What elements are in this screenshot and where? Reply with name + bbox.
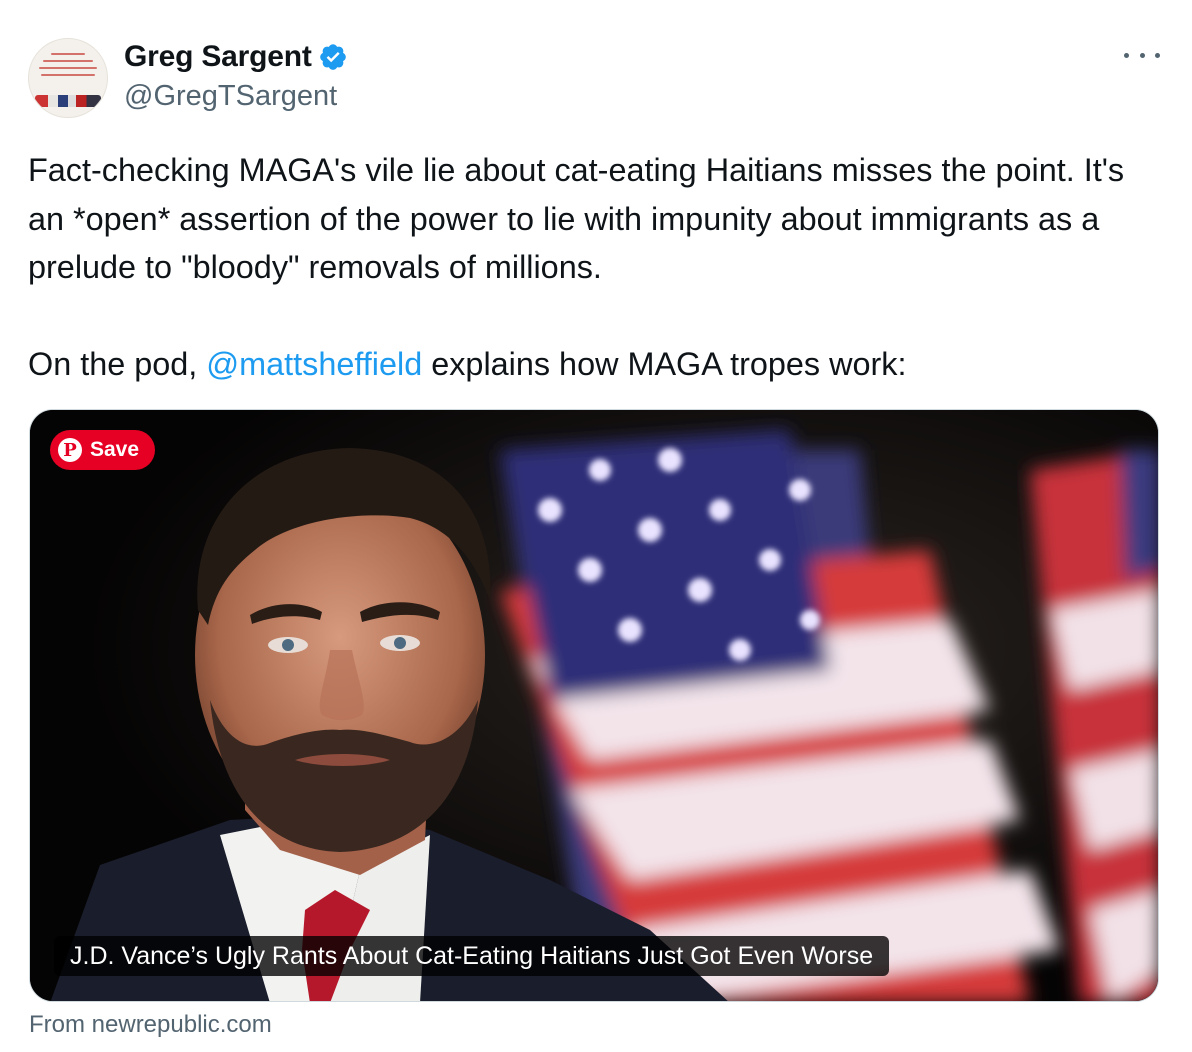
save-label: Save <box>90 438 140 461</box>
avatar-crowd-image <box>35 95 101 107</box>
paragraph-2-prefix: On the pod, <box>28 346 207 382</box>
tweet-paragraph-2: On the pod, @mattsheffield explains how … <box>28 340 1158 389</box>
pinterest-save-button[interactable]: P Save <box>50 430 156 470</box>
pinterest-icon: P <box>58 438 82 462</box>
tweet-text: Fact-checking MAGA's vile lie about cat-… <box>28 146 1158 389</box>
card-caption[interactable]: J.D. Vance’s Ugly Rants About Cat-Eating… <box>54 936 890 976</box>
author-handle[interactable]: @GregTSargent <box>124 80 337 113</box>
author-name[interactable]: Greg Sargent <box>124 40 312 74</box>
verified-badge-icon[interactable] <box>318 42 348 72</box>
avatar[interactable] <box>28 38 108 118</box>
more-icon[interactable] <box>1124 40 1160 70</box>
paragraph-2-suffix: explains how MAGA tropes work: <box>422 346 907 382</box>
card-image <box>30 410 1158 1001</box>
card-source[interactable]: From newrepublic.com <box>29 1011 272 1039</box>
mention-link[interactable]: @mattsheffield <box>206 346 422 382</box>
author-name-row: Greg Sargent <box>124 40 348 74</box>
tweet-paragraph-1: Fact-checking MAGA's vile lie about cat-… <box>28 152 1125 285</box>
link-card[interactable]: P Save J.D. Vance’s Ugly Rants About Cat… <box>29 409 1159 1002</box>
